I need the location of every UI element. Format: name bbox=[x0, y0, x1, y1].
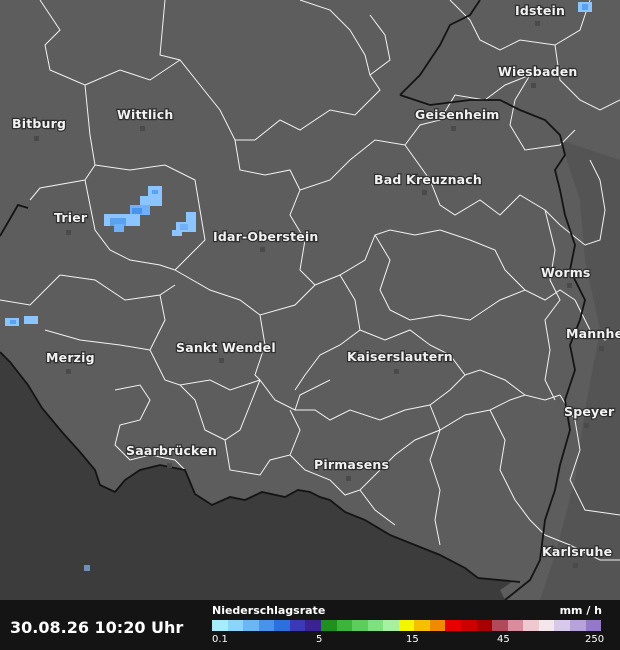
legend-swatch bbox=[507, 620, 524, 631]
city-dot-merzig bbox=[66, 369, 71, 374]
city-dot-speyer bbox=[584, 423, 589, 428]
city-dot-karlsruhe bbox=[573, 563, 578, 568]
city-dot-trier bbox=[66, 230, 71, 235]
city-dot-worms bbox=[567, 283, 572, 288]
city-label-trier[interactable]: Trier bbox=[53, 209, 89, 226]
legend-swatch bbox=[336, 620, 353, 631]
city-label-idar-oberstein[interactable]: Idar-Oberstein bbox=[212, 228, 320, 245]
legend-tick-min: 0.1 bbox=[212, 634, 228, 645]
city-label-sankt-wendel[interactable]: Sankt Wendel bbox=[175, 339, 277, 356]
legend-swatch bbox=[227, 620, 244, 631]
legend-tick-max: 250 bbox=[585, 634, 605, 645]
city-dot-idar-oberstein bbox=[260, 247, 265, 252]
legend-swatch bbox=[585, 620, 602, 631]
legend-tick-45: 45 bbox=[497, 634, 510, 645]
legend-swatch bbox=[554, 620, 570, 631]
legend-swatch bbox=[367, 620, 384, 631]
legend-swatch bbox=[569, 620, 586, 631]
legend-swatch bbox=[383, 620, 399, 631]
city-label-bitburg[interactable]: Bitburg bbox=[11, 115, 67, 132]
legend-swatch bbox=[212, 620, 228, 631]
city-label-karlsruhe[interactable]: Karlsruhe bbox=[541, 543, 613, 560]
city-label-bad-kreuznach[interactable]: Bad Kreuznach bbox=[373, 171, 483, 188]
legend-tick-5: 5 bbox=[316, 634, 323, 645]
legend-swatch bbox=[243, 620, 259, 631]
legend-swatch bbox=[538, 620, 555, 631]
city-label-kaiserslautern[interactable]: Kaiserslautern bbox=[346, 348, 454, 365]
city-label-geisenheim[interactable]: Geisenheim bbox=[414, 106, 501, 123]
city-dot-wiesbaden bbox=[531, 83, 536, 88]
legend-swatch bbox=[305, 620, 321, 631]
city-dot-bitburg bbox=[34, 136, 39, 141]
city-label-wiesbaden[interactable]: Wiesbaden bbox=[497, 63, 579, 80]
legend-swatch bbox=[476, 620, 493, 631]
city-dot-mannheim bbox=[599, 346, 604, 351]
legend-swatch bbox=[274, 620, 290, 631]
legend-title: Niederschlagsrate bbox=[212, 604, 326, 617]
city-dot-sankt-wendel bbox=[219, 358, 224, 363]
city-dot-saarbruecken bbox=[167, 463, 172, 468]
legend-swatch bbox=[523, 620, 539, 631]
city-dot-bad-kreuznach bbox=[422, 190, 427, 195]
city-label-merzig[interactable]: Merzig bbox=[45, 349, 96, 366]
city-label-speyer[interactable]: Speyer bbox=[563, 403, 616, 420]
precipitation-color-scale bbox=[212, 620, 602, 631]
legend-tick-15: 15 bbox=[406, 634, 419, 645]
legend-swatch bbox=[398, 620, 415, 631]
precipitation-map[interactable]: Idstein Wiesbaden Bitburg Wittlich Geise… bbox=[0, 0, 620, 600]
city-label-worms[interactable]: Worms bbox=[540, 264, 592, 281]
city-dot-idstein bbox=[535, 21, 540, 26]
legend-swatch bbox=[289, 620, 306, 631]
city-label-wittlich[interactable]: Wittlich bbox=[116, 106, 175, 123]
city-label-pirmasens[interactable]: Pirmasens bbox=[313, 456, 390, 473]
city-dot-wittlich bbox=[140, 126, 145, 131]
legend-swatch bbox=[352, 620, 368, 631]
city-label-idstein[interactable]: Idstein bbox=[514, 2, 566, 19]
legend-swatch bbox=[320, 620, 337, 631]
legend-swatch bbox=[429, 620, 446, 631]
legend-swatch bbox=[414, 620, 430, 631]
legend-swatch bbox=[492, 620, 508, 631]
footer-bar: 30.08.26 10:20 Uhr Niederschlagsrate mm … bbox=[0, 600, 620, 650]
city-dot-pirmasens bbox=[346, 476, 351, 481]
legend-swatch bbox=[445, 620, 461, 631]
city-label-saarbruecken[interactable]: Saarbrücken bbox=[125, 442, 218, 459]
city-label-mannheim[interactable]: Mannhe bbox=[565, 325, 620, 342]
legend-unit: mm / h bbox=[559, 604, 602, 617]
legend-swatch bbox=[461, 620, 477, 631]
city-dot-geisenheim bbox=[451, 126, 456, 131]
city-dot-kaiserslautern bbox=[394, 369, 399, 374]
legend-swatch bbox=[258, 620, 275, 631]
timestamp: 30.08.26 10:20 Uhr bbox=[10, 618, 184, 637]
